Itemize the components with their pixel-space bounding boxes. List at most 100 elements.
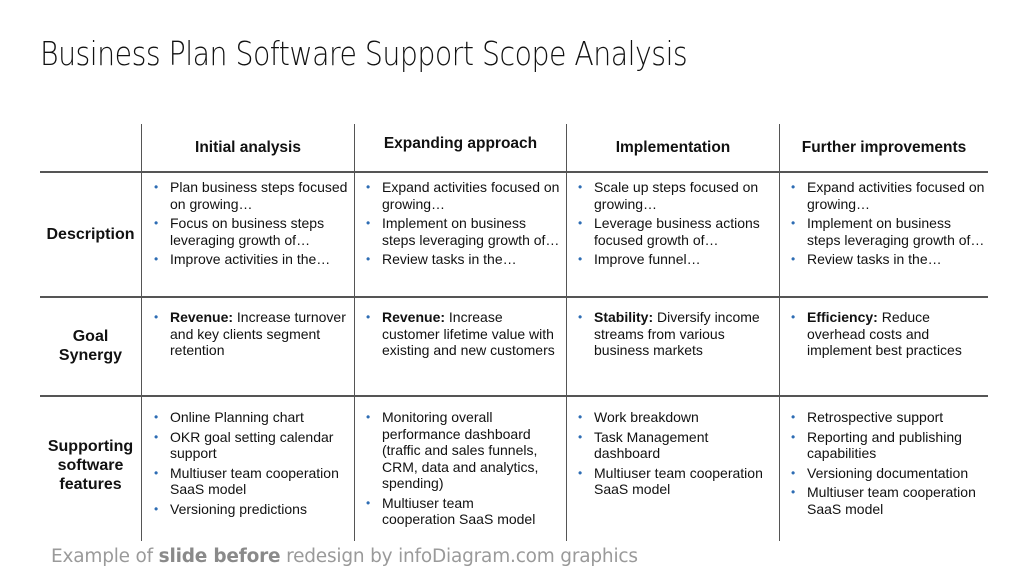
bullet-text: Review tasks in the… xyxy=(382,251,517,267)
bullet-text: Task Management dashboard xyxy=(594,428,709,462)
bullet-dot-icon: • xyxy=(791,180,796,194)
bullet-item: • Plan business steps focused on growing… xyxy=(153,179,351,212)
bullet-item: • Online Planning chart xyxy=(153,409,351,426)
bullet-list: • Expand activities focused on growing… • I… xyxy=(365,179,563,268)
bullet-text: Improve activities in the… xyxy=(170,251,331,267)
bullet-text: Online Planning chart xyxy=(170,409,304,425)
bullet-dot-icon: • xyxy=(154,501,159,516)
column-divider xyxy=(354,124,355,541)
bullet-item: • Versioning documentation xyxy=(790,465,988,482)
bullet-dot-icon: • xyxy=(154,410,159,424)
bullet-text: Implement on business steps leveraging g… xyxy=(807,215,985,248)
cell: • Revenue: Increase customer lifetime val… xyxy=(365,309,563,362)
column-divider xyxy=(566,124,567,541)
cell: • Retrospective support • Reporting and pub… xyxy=(790,409,988,520)
bullet-text: Multiuser team cooperation SaaS model xyxy=(594,464,763,498)
cell: • Revenue: Increase turnover and key clie… xyxy=(153,309,351,362)
bullet-dot-icon: • xyxy=(154,465,159,480)
footer-bold: slide before xyxy=(158,546,281,567)
bullet-text: Multiuser team cooperation SaaS model xyxy=(807,484,976,517)
bullet-item: • Implement on business steps leveraging … xyxy=(365,215,563,248)
bullet-dot-icon: • xyxy=(578,180,583,194)
bullet-dot-icon: • xyxy=(791,310,796,324)
bullet-item: • Versioning predictions xyxy=(153,501,351,518)
bullet-item: • Review tasks in the… xyxy=(790,251,988,268)
bullet-text: Reporting and publishing capabilities xyxy=(807,428,962,462)
bullet-dot-icon: • xyxy=(578,252,583,266)
bullet-dot-icon: • xyxy=(154,252,159,266)
column-header-implementation: Implementation xyxy=(615,138,731,156)
bullet-dot-icon: • xyxy=(154,180,159,194)
footer-prefix: Example of xyxy=(51,546,159,567)
bullet-dot-icon: • xyxy=(366,495,371,510)
row-header-label: Supporting software features xyxy=(47,438,134,493)
row-header-label: Goal Synergy xyxy=(58,328,123,364)
column-divider xyxy=(779,124,780,541)
bullet-text: Work breakdown xyxy=(594,409,699,425)
bullet-list: • Scale up steps focused on growing… • Leve… xyxy=(577,179,777,268)
bullet-text: Leverage business actions focused growth… xyxy=(594,215,760,248)
slide-title: Business Plan Software Support Scope Ana… xyxy=(40,34,688,73)
bullet-dot-icon: • xyxy=(154,216,159,230)
bullet-item: • Revenue: Increase customer lifetime val… xyxy=(365,309,563,359)
bullet-item: • Multiuser team cooperation SaaS model xyxy=(577,465,777,498)
bullet-text: Multiuser team cooperation SaaS model xyxy=(170,464,339,498)
bullet-list: • Efficiency: Reduce overhead costs and i… xyxy=(790,309,988,359)
bullet-item: • Efficiency: Reduce overhead costs and i… xyxy=(790,309,988,359)
bullet-text: Multiuser team cooperation SaaS model xyxy=(382,494,536,528)
row-header-supporting-features: Supporting software features xyxy=(40,396,141,541)
bullet-item: • Implement on business steps leveraging … xyxy=(790,215,988,248)
bullet-keyword: Revenue: xyxy=(382,309,446,325)
bullet-dot-icon: • xyxy=(578,410,583,424)
bullet-keyword: Efficiency: xyxy=(807,309,878,325)
bullet-keyword: Revenue: xyxy=(170,309,234,325)
bullet-dot-icon: • xyxy=(154,429,159,444)
bullet-list: • Plan business steps focused on growing…… xyxy=(153,179,351,268)
bullet-keyword: Stability: xyxy=(594,309,654,325)
bullet-text: Review tasks in the… xyxy=(807,251,942,267)
bullet-list: • Retrospective support • Reporting and pub… xyxy=(790,409,988,517)
bullet-text: Plan business steps focused on growing… xyxy=(170,179,348,212)
bullet-item: • Scale up steps focused on growing… xyxy=(577,179,777,212)
bullet-list: • Revenue: Increase turnover and key clie… xyxy=(153,309,351,359)
bullet-text: Expand activities focused on growing… xyxy=(382,179,560,212)
bullet-list: • Revenue: Increase customer lifetime val… xyxy=(365,309,563,359)
bullet-item: • Review tasks in the… xyxy=(365,251,563,268)
row-header-description: Description xyxy=(46,225,135,243)
column-header-initial-analysis: Initial analysis xyxy=(195,138,301,156)
cell: • Expand activities focused on growing… • I… xyxy=(790,179,988,271)
bullet-dot-icon: • xyxy=(791,216,796,230)
bullet-text: Implement on business steps leveraging g… xyxy=(382,215,560,248)
bullet-dot-icon: • xyxy=(791,465,796,480)
bullet-dot-icon: • xyxy=(366,180,371,194)
bullet-item: • Revenue: Increase turnover and key clie… xyxy=(153,309,351,359)
cell: • Online Planning chart • OKR goal setting … xyxy=(153,409,351,520)
bullet-list: • Stability: Diversify income streams fro… xyxy=(577,309,777,359)
bullet-text: Monitoring overall performance dashboard… xyxy=(382,409,539,491)
bullet-dot-icon: • xyxy=(791,252,796,266)
column-header-further-improvements: Further improvements xyxy=(801,138,967,156)
bullet-dot-icon: • xyxy=(154,310,159,324)
bullet-item: • Reporting and publishing capabilities xyxy=(790,429,988,462)
bullet-dot-icon: • xyxy=(578,216,583,230)
bullet-dot-icon: • xyxy=(578,429,583,444)
row-header-goal-synergy: Goal Synergy xyxy=(40,297,141,395)
cell: • Plan business steps focused on growing…… xyxy=(153,179,351,271)
bullet-list: • Work breakdown • Task Management dashboar… xyxy=(577,409,777,498)
bullet-item: • Focus on business steps leveraging grow… xyxy=(153,215,351,248)
cell: • Efficiency: Reduce overhead costs and i… xyxy=(790,309,988,362)
bullet-text: Versioning documentation xyxy=(807,464,969,481)
bullet-dot-icon: • xyxy=(791,485,796,499)
bullet-item: • Retrospective support xyxy=(790,409,988,426)
bullet-item: • Expand activities focused on growing… xyxy=(790,179,988,212)
bullet-text: OKR goal setting calendar support xyxy=(170,428,334,462)
column-header-expanding-approach: Expanding approach xyxy=(383,134,538,152)
bullet-text: Versioning predictions xyxy=(170,500,307,517)
bullet-dot-icon: • xyxy=(791,410,796,424)
cell: • Scale up steps focused on growing… • Leve… xyxy=(577,179,777,271)
bullet-item: • Work breakdown xyxy=(577,409,777,426)
bullet-text: Focus on business steps leveraging growt… xyxy=(170,215,325,248)
bullet-item: • OKR goal setting calendar support xyxy=(153,429,351,462)
bullet-text: Improve funnel… xyxy=(594,251,701,267)
cell: • Stability: Diversify income streams fro… xyxy=(577,309,777,362)
